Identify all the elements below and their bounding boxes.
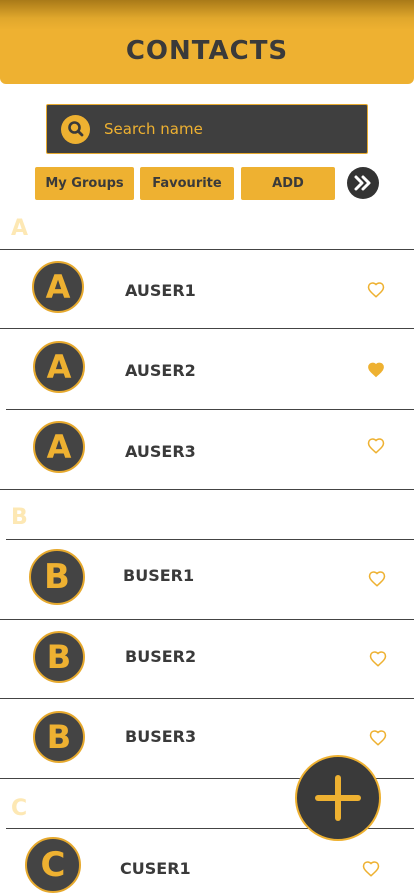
search-icon[interactable] xyxy=(61,114,90,144)
section-letter-c: C xyxy=(11,796,28,821)
more-filters-button[interactable] xyxy=(347,167,379,199)
contact-name: CUSER1 xyxy=(120,859,191,878)
contact-name: AUSER1 xyxy=(125,281,196,300)
my-groups-button[interactable]: My Groups xyxy=(35,167,134,200)
heart-outline-icon[interactable] xyxy=(367,437,385,455)
contact-name: AUSER2 xyxy=(125,361,196,380)
avatar: A xyxy=(33,341,85,393)
plus-icon xyxy=(315,775,361,821)
add-button[interactable]: ADD xyxy=(241,167,335,200)
contact-name: BUSER3 xyxy=(125,727,197,746)
heart-outline-icon[interactable] xyxy=(369,650,387,668)
contact-name: BUSER1 xyxy=(123,566,195,585)
page-title: CONTACTS xyxy=(125,36,289,66)
divider xyxy=(0,489,414,490)
search-input[interactable] xyxy=(104,120,344,138)
section-letter-a: A xyxy=(11,216,29,241)
contact-row[interactable]: A AUSER2 xyxy=(0,329,414,409)
avatar: B xyxy=(33,711,85,763)
app-header: CONTACTS xyxy=(0,0,414,84)
contact-row[interactable]: A AUSER1 xyxy=(0,250,414,330)
contact-row[interactable]: A AUSER3 xyxy=(0,410,414,490)
double-chevron-right-icon xyxy=(354,175,371,191)
avatar: B xyxy=(29,549,85,605)
search-bar[interactable] xyxy=(46,104,368,154)
avatar: A xyxy=(33,421,85,473)
contact-name: AUSER3 xyxy=(125,442,196,461)
section-letter-b: B xyxy=(11,505,28,530)
contact-row[interactable]: C CUSER1 xyxy=(0,829,414,896)
avatar: B xyxy=(33,631,85,683)
heart-outline-icon[interactable] xyxy=(368,570,386,588)
contact-row[interactable]: B BUSER1 xyxy=(0,540,414,620)
add-contact-fab[interactable] xyxy=(295,755,381,841)
heart-outline-icon[interactable] xyxy=(362,860,380,878)
contact-row[interactable]: B BUSER2 xyxy=(0,620,414,700)
heart-filled-icon[interactable] xyxy=(367,361,385,379)
heart-outline-icon[interactable] xyxy=(369,729,387,747)
avatar: A xyxy=(32,261,84,313)
favourite-button[interactable]: Favourite xyxy=(140,167,234,200)
avatar: C xyxy=(25,837,81,893)
contact-name: BUSER2 xyxy=(125,647,197,666)
heart-outline-icon[interactable] xyxy=(367,281,385,299)
